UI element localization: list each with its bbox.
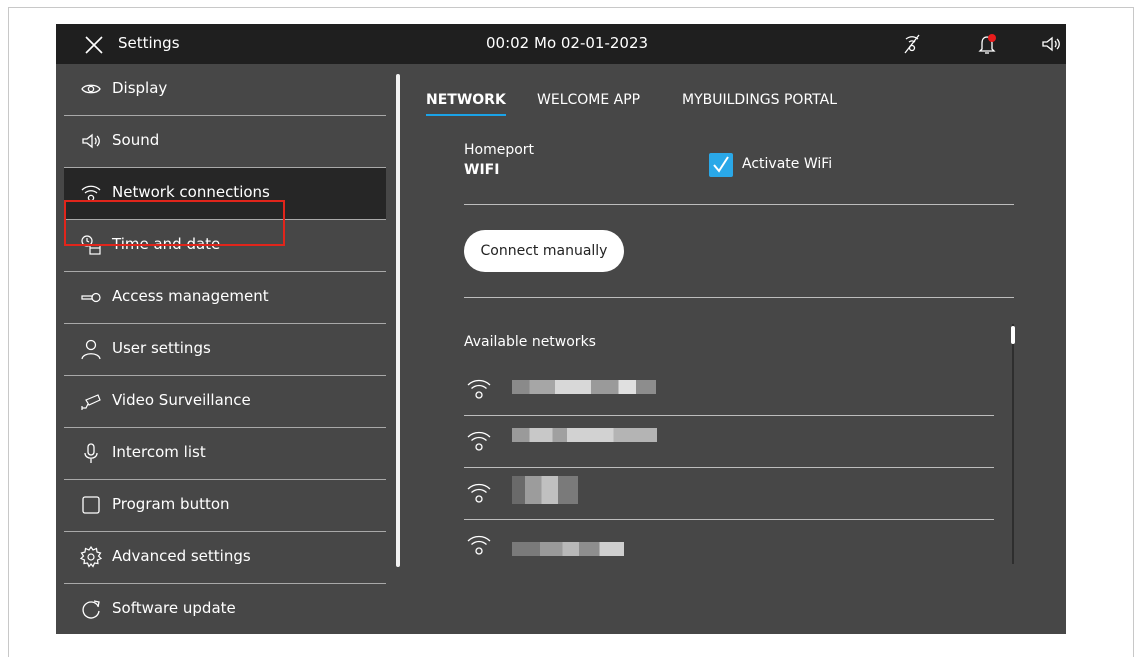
sidebar-item-network-connections[interactable]: Network connections: [64, 168, 386, 220]
tab-network[interactable]: NETWORK: [426, 92, 506, 116]
blurred-network-name: [512, 380, 656, 394]
sidebar-item-sound[interactable]: Sound: [64, 116, 386, 168]
user-icon: [80, 338, 102, 360]
activate-wifi-label: Activate WiFi: [742, 156, 833, 172]
sidebar-item-user-settings[interactable]: User settings: [64, 324, 386, 376]
network-list-scrollbar-track[interactable]: [1012, 324, 1014, 564]
tab-welcome-app[interactable]: WELCOME APP: [537, 92, 640, 108]
divider: [464, 204, 1014, 205]
notification-bell-icon[interactable]: [976, 33, 998, 55]
doorbell-off-icon[interactable]: [901, 33, 923, 55]
top-bar: Settings 00:02 Mo 02-01-2023: [56, 24, 1066, 64]
sidebar-item-time-and-date[interactable]: Time and date: [64, 220, 386, 272]
key-icon: [80, 286, 102, 308]
wifi-icon: [466, 428, 492, 454]
camera-icon: [80, 390, 102, 412]
sidebar-item-label: Display: [112, 79, 168, 97]
available-networks-label: Available networks: [464, 334, 596, 350]
volume-icon[interactable]: [1040, 33, 1062, 55]
eye-icon: [80, 78, 102, 100]
device-screen: Settings 00:02 Mo 02-01-2023 Display Sou…: [56, 24, 1066, 634]
sidebar-item-label: Network connections: [112, 183, 270, 201]
wifi-icon: [80, 182, 102, 204]
sidebar-item-program-button[interactable]: Program button: [64, 480, 386, 532]
sidebar-item-label: Video Surveillance: [112, 391, 251, 409]
blurred-network-name: [512, 428, 657, 442]
sidebar-item-advanced-settings[interactable]: Advanced settings: [64, 532, 386, 584]
square-icon: [80, 494, 102, 516]
divider: [464, 297, 1014, 298]
settings-sidebar: Display Sound Network connections Time a…: [56, 64, 386, 634]
network-list-scrollbar-thumb[interactable]: [1011, 326, 1015, 344]
network-list-item[interactable]: [464, 364, 994, 416]
refresh-icon: [80, 598, 102, 620]
sidebar-item-access-management[interactable]: Access management: [64, 272, 386, 324]
homeport-value: WIFI: [464, 162, 500, 178]
network-list-item[interactable]: [464, 520, 994, 572]
active-tab-indicator: [426, 114, 506, 116]
close-icon[interactable]: [84, 35, 104, 55]
sidebar-item-label: Program button: [112, 495, 230, 513]
clock-calendar-icon: [80, 234, 102, 256]
homeport-label: Homeport: [464, 142, 535, 158]
datetime-display: 00:02 Mo 02-01-2023: [486, 34, 649, 52]
sidebar-item-label: Advanced settings: [112, 547, 251, 565]
wifi-icon: [466, 480, 492, 506]
sidebar-item-video-surveillance[interactable]: Video Surveillance: [64, 376, 386, 428]
page-title: Settings: [118, 34, 180, 52]
speaker-icon: [80, 130, 102, 152]
sidebar-item-label: User settings: [112, 339, 211, 357]
network-list-item[interactable]: [464, 416, 994, 468]
gear-icon: [79, 545, 103, 568]
blurred-network-name: [512, 542, 624, 556]
microphone-icon: [80, 442, 102, 464]
activate-wifi-checkbox[interactable]: [709, 153, 733, 177]
network-list-item[interactable]: [464, 468, 994, 520]
blurred-network-name: [512, 476, 578, 504]
sidebar-item-intercom-list[interactable]: Intercom list: [64, 428, 386, 480]
connect-manually-button[interactable]: Connect manually: [464, 230, 624, 272]
tab-label: NETWORK: [426, 92, 506, 108]
sidebar-item-display[interactable]: Display: [64, 64, 386, 116]
wifi-icon: [466, 376, 492, 402]
tab-mybuildings-portal[interactable]: MYBUILDINGS PORTAL: [682, 92, 837, 108]
sidebar-item-label: Access management: [112, 287, 269, 305]
wifi-icon: [466, 532, 492, 558]
sidebar-item-label: Time and date: [112, 235, 221, 253]
sidebar-item-label: Intercom list: [112, 443, 206, 461]
sidebar-item-label: Software update: [112, 599, 236, 617]
sidebar-item-label: Sound: [112, 131, 160, 149]
sidebar-item-software-update[interactable]: Software update: [64, 584, 386, 634]
sidebar-scrollbar[interactable]: [396, 74, 400, 567]
